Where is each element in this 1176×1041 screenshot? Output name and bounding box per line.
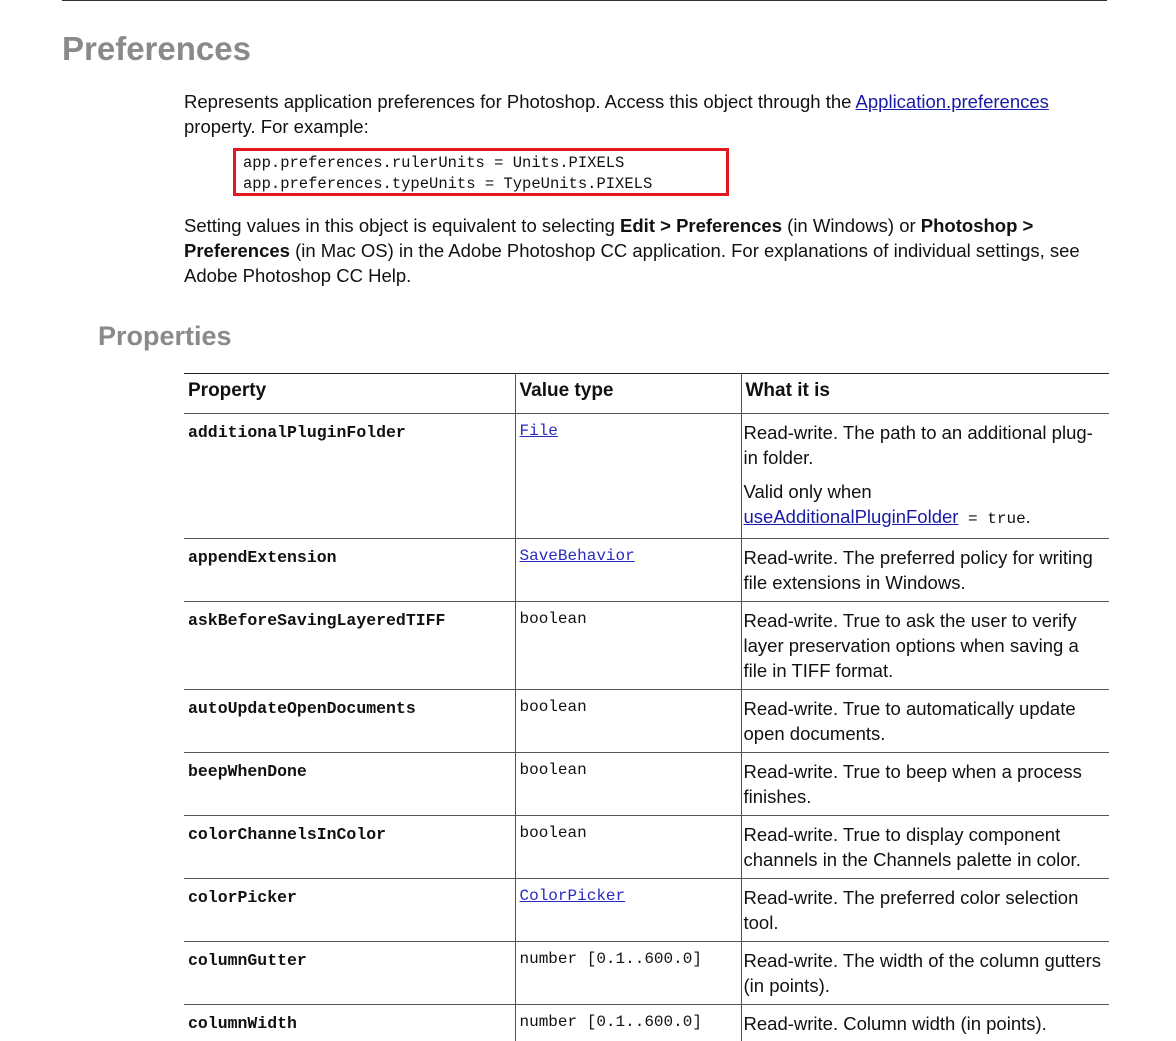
code-line: app.preferences.typeUnits = TypeUnits.PI… — [243, 175, 653, 193]
section-title: Properties — [98, 321, 232, 351]
description-text: Read-write. The path to an additional pl… — [743, 422, 1093, 468]
table-row: askBeforeSavingLayeredTIFF boolean Read-wr… — [184, 601, 1109, 690]
properties-table: Property Value type What it is additiona… — [184, 373, 1109, 1041]
value-type: boolean — [519, 761, 587, 779]
application-link[interactable]: Application — [856, 91, 947, 112]
description-note: Valid only when useAdditionalPluginFolde… — [744, 479, 1107, 532]
table-row: columnWidth number [0.1..600.0] Read-write… — [184, 1004, 1109, 1041]
description-text: Read-write. True to display component ch… — [743, 824, 1081, 870]
table-row: beepWhenDone boolean Read-write. True to b… — [184, 752, 1109, 816]
table-header-row: Property Value type What it is — [184, 373, 1109, 414]
description-text: Read-write. True to beep when a process … — [743, 761, 1082, 807]
setting-text: (in Mac OS) in the Adobe Photoshop CC ap… — [184, 240, 1080, 286]
note-text: Valid only when — [743, 481, 872, 502]
table-row: appendExtension SaveBehavior Read-write. T… — [184, 538, 1109, 602]
description-text: Read-write. The preferred color selectio… — [743, 887, 1079, 933]
table-row: additionalPluginFolder File Read-write. Th… — [184, 413, 1109, 539]
setting-text: Setting values in this object is equival… — [184, 215, 621, 236]
table-row: autoUpdateOpenDocuments boolean Read-write… — [184, 689, 1109, 753]
description-cell: Read-write. The preferred color selectio… — [740, 878, 1109, 942]
value-type: number [0.1..600.0] — [519, 950, 702, 968]
value-type-cell: ColorPicker — [514, 878, 742, 942]
value-type-cell: SaveBehavior — [514, 538, 742, 602]
value-type-cell: number [0.1..600.0] — [514, 941, 742, 1005]
property-name: askBeforeSavingLayeredTIFF — [184, 601, 516, 690]
description-text: Read-write. Column width (in points). — [743, 1013, 1047, 1034]
intro-paragraph: Represents application preferences for P… — [184, 89, 1114, 139]
intro-text: Represents application preferences for P… — [184, 91, 856, 112]
code-line: app.preferences.rulerUnits = Units.PIXEL… — [243, 154, 625, 172]
value-type-cell: boolean — [514, 689, 742, 753]
description-cell: Read-write. True to automatically update… — [740, 689, 1109, 753]
properties-table-container: Property Value type What it is additiona… — [184, 373, 1109, 1041]
note-code: = true — [958, 510, 1026, 528]
description-cell: Read-write. The path to an additional pl… — [740, 413, 1109, 539]
value-type: boolean — [519, 824, 587, 842]
page-title: Preferences — [62, 30, 251, 67]
intro-text-end: property. For example: — [184, 116, 369, 137]
top-rule — [62, 0, 1107, 1]
menu-path-windows: Edit > Preferences — [620, 215, 783, 236]
description-text: Read-write. The width of the column gutt… — [743, 950, 1102, 996]
value-type-cell: File — [514, 413, 742, 539]
description-text: Read-write. True to ask the user to veri… — [743, 610, 1079, 681]
description-cell: Read-write. The width of the column gutt… — [740, 941, 1109, 1005]
header-property: Property — [184, 373, 516, 414]
table-row: columnGutter number [0.1..600.0] Read-writ… — [184, 941, 1109, 1005]
description-text: Read-write. The preferred policy for wri… — [743, 547, 1093, 593]
property-name: columnGutter — [184, 941, 516, 1005]
value-type-cell: boolean — [514, 752, 742, 816]
header-what-it-is: What it is — [740, 373, 1109, 414]
property-name: additionalPluginFolder — [184, 413, 516, 539]
description-cell: Read-write. Column width (in points). — [740, 1004, 1109, 1041]
description-text: Read-write. True to automatically update… — [743, 698, 1076, 744]
value-type: number [0.1..600.0] — [519, 1013, 702, 1031]
value-type-link[interactable]: SaveBehavior — [520, 547, 635, 565]
property-name: beepWhenDone — [184, 752, 516, 816]
property-name: appendExtension — [184, 538, 516, 602]
property-name: columnWidth — [184, 1004, 516, 1041]
note-text-end: . — [1025, 506, 1031, 527]
value-type-cell: boolean — [514, 601, 742, 690]
value-type: boolean — [519, 698, 587, 716]
property-name: colorChannelsInColor — [184, 815, 516, 879]
setting-paragraph: Setting values in this object is equival… — [184, 213, 1114, 288]
code-example: app.preferences.rulerUnits = Units.PIXEL… — [233, 148, 729, 196]
value-type-cell: number [0.1..600.0] — [514, 1004, 742, 1041]
property-name: autoUpdateOpenDocuments — [184, 689, 516, 753]
setting-text: (in Windows) or — [782, 215, 921, 236]
description-cell: Read-write. The preferred policy for wri… — [740, 538, 1109, 602]
description-cell: Read-write. True to display component ch… — [740, 815, 1109, 879]
use-additional-plugin-folder-link[interactable]: useAdditionalPluginFolder — [744, 506, 959, 527]
table-body: additionalPluginFolder File Read-write. Th… — [184, 413, 1109, 1041]
value-type-link[interactable]: File — [520, 422, 558, 440]
property-name: colorPicker — [184, 878, 516, 942]
header-value-type: Value type — [514, 373, 742, 414]
preferences-link[interactable]: .preferences — [946, 91, 1049, 112]
value-type-link[interactable]: ColorPicker — [520, 887, 626, 905]
table-row: colorChannelsInColor boolean Read-write. T… — [184, 815, 1109, 879]
description-cell: Read-write. True to beep when a process … — [740, 752, 1109, 816]
description-cell: Read-write. True to ask the user to veri… — [740, 601, 1109, 690]
value-type: boolean — [519, 610, 587, 628]
value-type-cell: boolean — [514, 815, 742, 879]
table-row: colorPicker ColorPicker Read-write. The pr… — [184, 878, 1109, 942]
